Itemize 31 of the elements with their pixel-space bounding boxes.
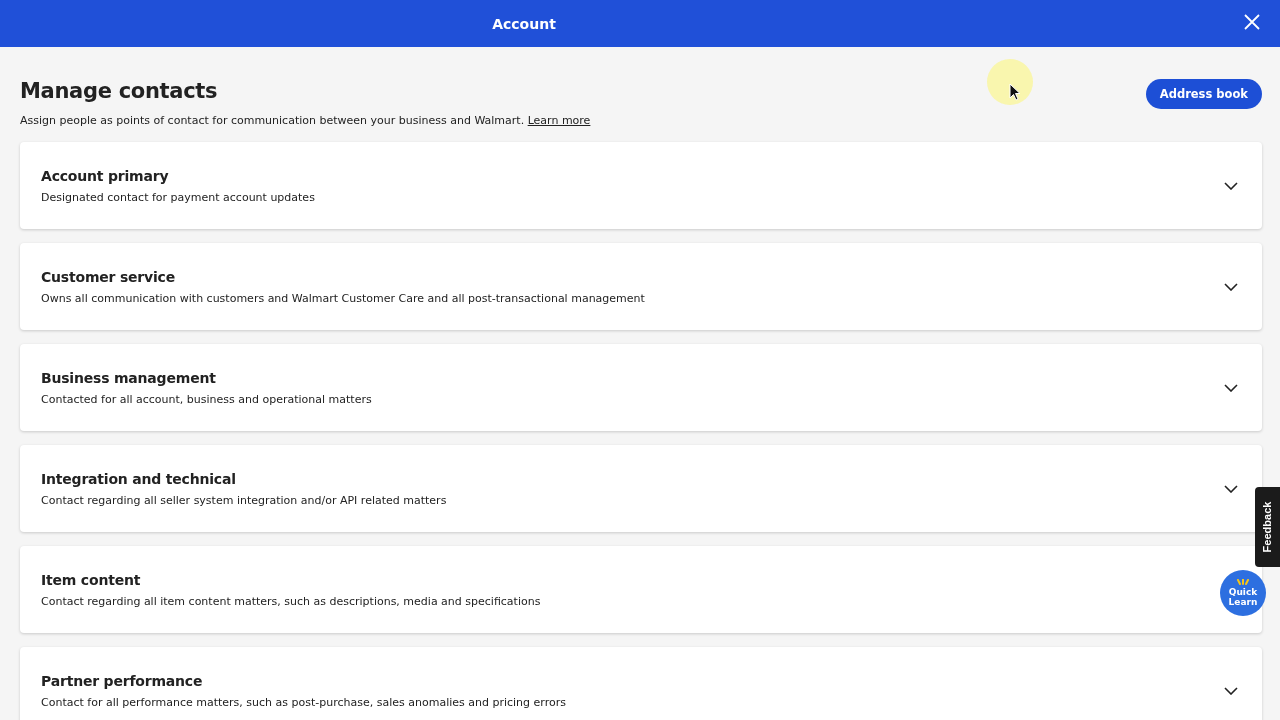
section-title: Partner performance [41, 672, 204, 689]
chevron-down-icon[interactable] [1224, 383, 1238, 392]
chevron-down-icon[interactable] [1224, 484, 1238, 493]
page-heading: Manage contacts [20, 79, 219, 103]
chevron-down-icon[interactable] [1224, 282, 1238, 291]
header-title: Account [492, 15, 556, 32]
contact-section-card[interactable]: Account primary Designated contact for payment account updates [20, 142, 1262, 229]
close-icon[interactable] [1244, 14, 1260, 30]
section-description: Contact regarding all seller system integration and/or API related matters [41, 493, 447, 507]
chevron-down-icon[interactable] [1224, 181, 1238, 190]
section-title: Customer service [41, 268, 176, 285]
section-description: Contact for all performance matters, such as post-purchase, sales anomalies and pricing errors [41, 695, 566, 709]
section-title: Business management [41, 369, 217, 386]
contact-section-card[interactable]: Business management Contacted for all account, business and operational matters [20, 344, 1262, 431]
section-description: Owns all communication with customers and Walmart Customer Care and all post-transactional management [41, 291, 645, 305]
section-description: Contact regarding all item content matters, such as descriptions, media and specifications [41, 594, 541, 608]
section-title: Integration and technical [41, 470, 237, 487]
section-description: Designated contact for payment account updates [41, 190, 315, 204]
page-description: Assign people as points of contact for communication between your business and Walmart. Learn more [20, 114, 591, 127]
chevron-down-icon[interactable] [1224, 686, 1238, 695]
contact-section-card[interactable]: Customer service Owns all communication with customers and Walmart Customer Care and all post-transactional management [20, 243, 1262, 330]
contact-section-card[interactable]: Partner performance Contact for all performance matters, such as post-purchase, sales anomalies and pricing errors [20, 647, 1262, 720]
section-title: Account primary [41, 167, 170, 184]
feedback-tab[interactable]: Feedback [1255, 487, 1280, 567]
spark-icon [1235, 579, 1251, 586]
section-description: Contacted for all account, business and operational matters [41, 392, 372, 406]
address-book-button[interactable]: Address book [1145, 79, 1262, 109]
contact-section-card[interactable]: Integration and technical Contact regarding all seller system integration and/or API related matters [20, 445, 1262, 532]
cursor-icon [1009, 83, 1021, 101]
learn-more-link[interactable]: Learn more [527, 114, 591, 127]
section-title: Item content [41, 571, 142, 588]
